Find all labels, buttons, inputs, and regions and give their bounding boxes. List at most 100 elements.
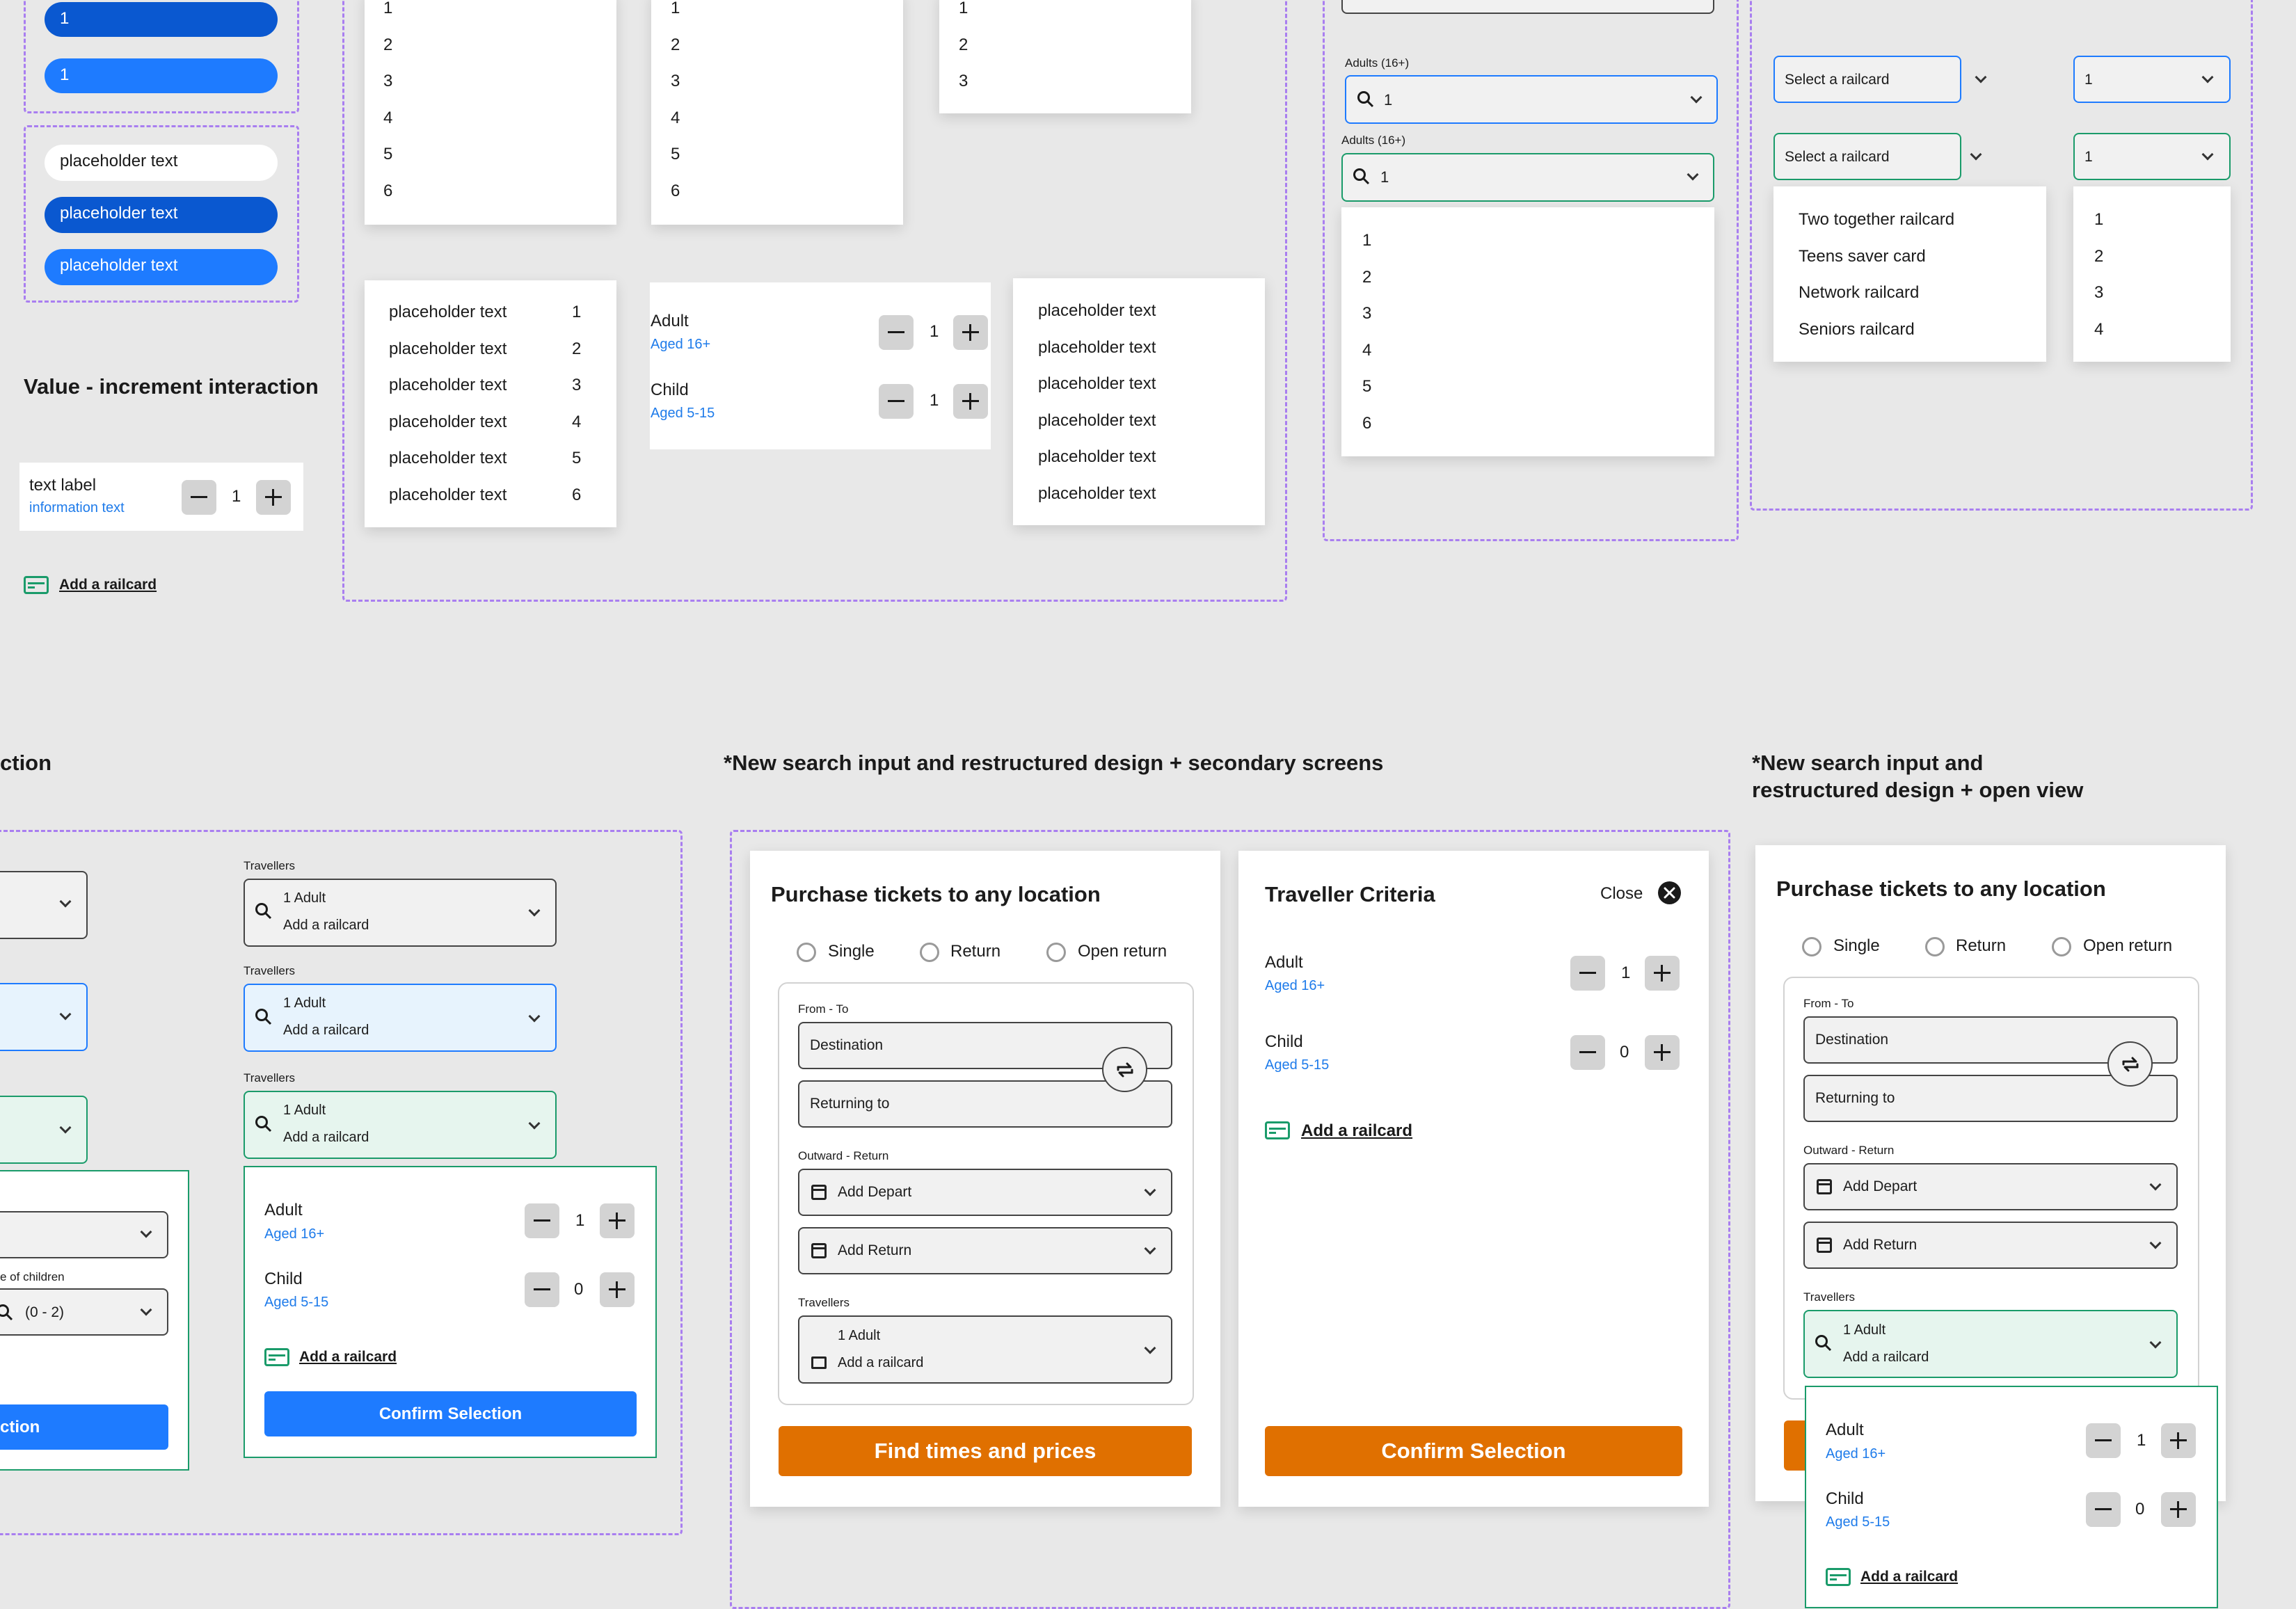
list-item[interactable]: placeholder text — [1038, 484, 1156, 504]
list-item[interactable]: 6 — [383, 182, 392, 201]
railcard-num-option[interactable]: 4 — [2094, 320, 2103, 339]
list-item[interactable]: placeholder text — [389, 376, 507, 395]
radio-open-return[interactable] — [1046, 943, 1066, 962]
open-railcard-link[interactable]: Add a railcard — [1860, 1569, 1958, 1585]
criteria-adult-minus[interactable] — [1570, 956, 1605, 991]
radio-return-2[interactable] — [1925, 937, 1945, 956]
list-item[interactable]: placeholder text — [1038, 338, 1156, 358]
increment-button[interactable] — [256, 480, 291, 515]
pill-dark[interactable]: 1 — [45, 2, 278, 37]
add-railcard-link[interactable]: Add a railcard — [59, 577, 157, 593]
find-times-button[interactable]: Find times and prices — [779, 1426, 1192, 1476]
panel-adult-minus[interactable] — [525, 1203, 559, 1238]
railcard-option[interactable]: Teens saver card — [1799, 247, 1926, 266]
panel-child-plus[interactable] — [600, 1272, 635, 1307]
radio-open-return-2[interactable] — [2052, 937, 2071, 956]
list-item[interactable]: 6 — [671, 182, 680, 201]
radio-return[interactable] — [920, 943, 939, 962]
purchase-travellers-select[interactable] — [798, 1315, 1172, 1384]
adults-option[interactable]: 4 — [1362, 341, 1371, 360]
return-text-2: Add Return — [1843, 1237, 1918, 1253]
radio-single-2[interactable] — [1802, 937, 1821, 956]
criteria-confirm-button[interactable]: Confirm Selection — [1265, 1426, 1682, 1476]
list-item[interactable]: 1 — [671, 0, 680, 18]
adults-select-1[interactable] — [1345, 75, 1718, 124]
list-item[interactable]: placeholder text — [1038, 447, 1156, 467]
radio-single[interactable] — [797, 943, 816, 962]
list-item[interactable]: 2 — [671, 35, 680, 55]
railcard-option[interactable]: Two together railcard — [1799, 210, 1954, 230]
railcard-icon — [24, 576, 49, 594]
mini-child-minus[interactable] — [879, 384, 914, 419]
list-item[interactable]: 1 — [959, 0, 968, 18]
list-item[interactable]: placeholder text — [389, 486, 507, 505]
adults-option[interactable]: 3 — [1362, 304, 1371, 323]
railcard-option[interactable]: Network railcard — [1799, 283, 1919, 303]
list-item[interactable]: 5 — [383, 145, 392, 164]
list-item-number[interactable]: 4 — [572, 413, 581, 432]
railcard-num-option[interactable]: 3 — [2094, 283, 2103, 303]
open-adult-minus[interactable] — [2086, 1423, 2121, 1458]
partial-select-2[interactable] — [0, 983, 88, 1051]
travellers-field-3[interactable] — [244, 1091, 557, 1159]
list-item[interactable]: 2 — [383, 35, 392, 55]
mini-adult-plus[interactable] — [953, 315, 988, 350]
adults-option[interactable]: 5 — [1362, 377, 1371, 397]
confirm-selection-button[interactable]: Confirm Selection — [264, 1391, 637, 1436]
panel-railcard-link[interactable]: Add a railcard — [299, 1349, 397, 1366]
list-item[interactable]: 4 — [671, 109, 680, 128]
criteria-close-label[interactable]: Close — [1600, 884, 1643, 904]
adults-option[interactable]: 6 — [1362, 414, 1371, 433]
list-item[interactable]: 3 — [671, 72, 680, 91]
railcard-num-option[interactable]: 1 — [2094, 210, 2103, 230]
panel-child-minus[interactable] — [525, 1272, 559, 1307]
swap-button[interactable] — [1102, 1047, 1147, 1092]
travellers-field-2[interactable] — [244, 984, 557, 1052]
adults-option[interactable]: 1 — [1362, 231, 1371, 250]
open-child-minus[interactable] — [2086, 1492, 2121, 1527]
list-item[interactable]: placeholder text — [389, 303, 507, 322]
criteria-railcard-link[interactable]: Add a railcard — [1301, 1121, 1412, 1141]
list-item[interactable]: placeholder text — [1038, 374, 1156, 394]
list-item[interactable]: 1 — [383, 0, 392, 18]
partial-select-1[interactable] — [0, 871, 88, 939]
railcard-option[interactable]: Seniors railcard — [1799, 320, 1915, 339]
list-item[interactable]: 4 — [383, 109, 392, 128]
list-item-number[interactable]: 6 — [572, 486, 581, 505]
list-item-number[interactable]: 2 — [572, 339, 581, 359]
list-item[interactable]: 3 — [383, 72, 392, 91]
open-child-plus[interactable] — [2161, 1492, 2196, 1527]
list-item[interactable]: 5 — [671, 145, 680, 164]
open-adult-plus[interactable] — [2161, 1423, 2196, 1458]
close-icon[interactable] — [1658, 881, 1681, 904]
adults-select-2[interactable] — [1341, 153, 1714, 202]
travellers-field-1[interactable] — [244, 879, 557, 947]
decrement-button[interactable] — [182, 480, 216, 515]
partial-select-3[interactable] — [0, 1096, 88, 1164]
list-item[interactable]: placeholder text — [1038, 301, 1156, 321]
list-item[interactable]: placeholder text — [389, 339, 507, 359]
list-item-number[interactable]: 1 — [572, 303, 581, 322]
list-item[interactable]: placeholder text — [389, 449, 507, 468]
list-item-number[interactable]: 3 — [572, 376, 581, 395]
mini-adult-minus[interactable] — [879, 315, 914, 350]
mini-child-plus[interactable] — [953, 384, 988, 419]
criteria-child-minus[interactable] — [1570, 1035, 1605, 1070]
purchase2-travellers-select[interactable] — [1803, 1310, 2178, 1378]
railcard-num-option[interactable]: 2 — [2094, 247, 2103, 266]
confirm-selection-partial-button[interactable]: lection — [0, 1404, 168, 1450]
pill-dark-placeholder[interactable]: placeholder text — [45, 197, 278, 233]
panel-adult-plus[interactable] — [600, 1203, 635, 1238]
pill-white[interactable]: placeholder text — [45, 145, 278, 181]
swap-button-2[interactable] — [2107, 1041, 2153, 1087]
adults-option[interactable]: 2 — [1362, 268, 1371, 287]
pill-blue[interactable]: 1 — [45, 58, 278, 93]
criteria-child-plus[interactable] — [1645, 1035, 1680, 1070]
criteria-adult-plus[interactable] — [1645, 956, 1680, 991]
list-item[interactable]: placeholder text — [389, 413, 507, 432]
list-item[interactable]: 3 — [959, 72, 968, 91]
list-item-number[interactable]: 5 — [572, 449, 581, 468]
list-item[interactable]: 2 — [959, 35, 968, 55]
pill-blue-placeholder[interactable]: placeholder text — [45, 249, 278, 285]
list-item[interactable]: placeholder text — [1038, 411, 1156, 431]
